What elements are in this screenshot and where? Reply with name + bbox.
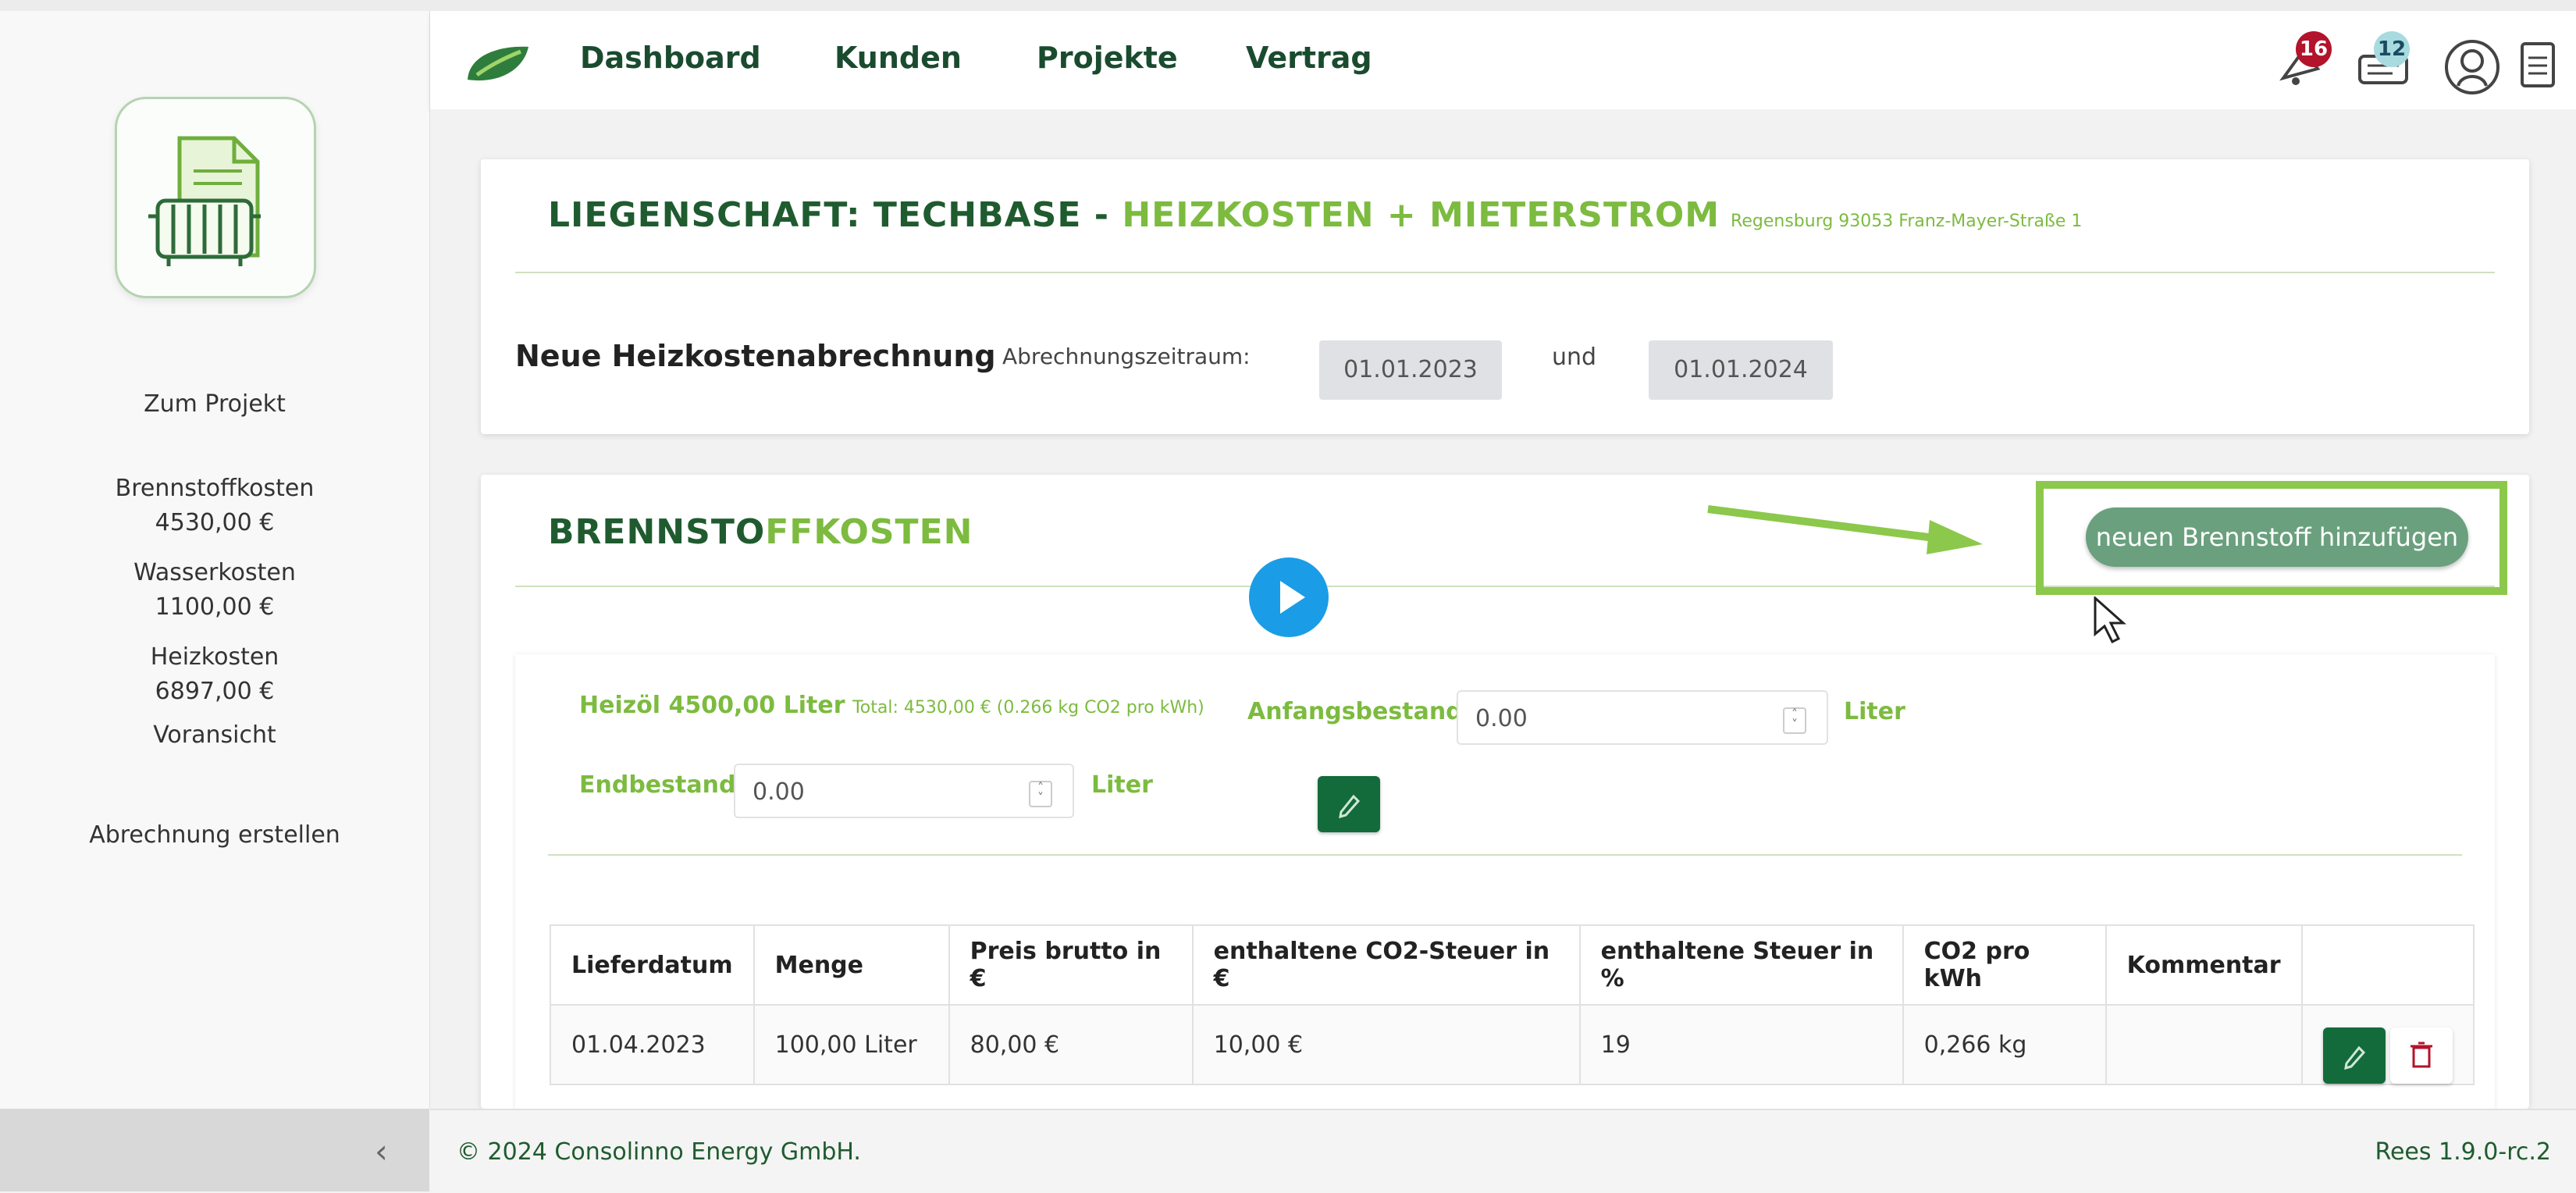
column-header: enthaltene Steuer in %	[1578, 924, 1904, 1006]
stepper-icon[interactable]: ˄ ˅	[1029, 781, 1052, 807]
start-stock-unit: Liter	[1844, 698, 1905, 725]
pencil-icon	[1339, 794, 1361, 819]
nav-link-dashboard[interactable]: Dashboard	[580, 41, 761, 75]
table-cell: 100,00 Liter	[753, 1004, 950, 1085]
sidebar: Zum Projekt Brennstoffkosten 4530,00 € W…	[0, 11, 430, 1109]
trash-icon	[2410, 1042, 2432, 1068]
table-header-row: Lieferdatum Menge Preis brutto in € enth…	[550, 924, 2475, 1006]
delete-row-button[interactable]	[2389, 1027, 2453, 1084]
sidebar-collapse-bar: ‹	[0, 1109, 429, 1191]
nav-link-vertrag[interactable]: Vertrag	[1246, 41, 1372, 75]
table-cell	[2105, 1004, 2303, 1085]
sidebar-item-label: Abrechnung erstellen	[89, 821, 340, 849]
and-label: und	[1552, 344, 1597, 371]
chevron-left-icon[interactable]: ‹	[375, 1132, 388, 1170]
sidebar-item-label: Zum Projekt	[144, 390, 286, 418]
table-cell: 10,00 €	[1191, 1004, 1581, 1085]
sidebar-item-label: Heizkosten	[150, 643, 279, 671]
property-card: LIEGENSCHAFT: TECHBASE - HEIZKOSTEN + MI…	[481, 159, 2529, 434]
add-fuel-button[interactable]: neuen Brennstoff hinzufügen	[2086, 507, 2468, 567]
radiator-document-icon	[115, 97, 316, 298]
bell-icon[interactable]: 16	[2272, 31, 2332, 95]
sidebar-item-brennstoffkosten[interactable]: Brennstoffkosten 4530,00 €	[0, 472, 429, 540]
sidebar-item-wasserkosten[interactable]: Wasserkosten 1100,00 €	[0, 556, 429, 625]
leaf-logo-icon[interactable]	[461, 42, 532, 89]
table-row: 01.04.2023 100,00 Liter 80,00 € 10,00 € …	[550, 1004, 2475, 1085]
column-header: Menge	[753, 924, 950, 1006]
property-title: LIEGENSCHAFT: TECHBASE - HEIZKOSTEN + MI…	[548, 195, 2083, 235]
column-header: Kommentar	[2105, 924, 2303, 1006]
start-stock-label: Anfangsbestand:	[1247, 698, 1472, 725]
footer-version: Rees 1.9.0-rc.2	[2375, 1138, 2551, 1166]
pencil-icon	[2343, 1045, 2365, 1070]
top-navigation: Dashboard Kunden Projekte Vertrag 16 12	[430, 11, 2576, 109]
table-cell: 80,00 €	[948, 1004, 1194, 1085]
end-stock-label: Endbestand:	[579, 771, 745, 799]
start-date-field[interactable]: 01.01.2023	[1319, 340, 1502, 400]
sidebar-item-label: Brennstoffkosten	[115, 475, 315, 502]
sidebar-item-abrechnung-erstellen[interactable]: Abrechnung erstellen	[0, 818, 429, 853]
table-cell: 19	[1578, 1004, 1904, 1085]
sidebar-item-value: 1100,00 €	[155, 593, 275, 621]
footer-copyright: © 2024 Consolinno Energy GmbH.	[457, 1138, 861, 1166]
fuel-summary: Heizöl 4500,00 Liter Total: 4530,00 € (0…	[579, 692, 1204, 719]
divider	[515, 272, 2495, 273]
end-date-field[interactable]: 01.01.2024	[1649, 340, 1833, 400]
user-circle-icon[interactable]	[2443, 37, 2502, 100]
nav-link-kunden[interactable]: Kunden	[834, 41, 962, 75]
sidebar-item-value: 4530,00 €	[155, 509, 275, 536]
end-stock-unit: Liter	[1091, 771, 1153, 799]
chat-icon[interactable]: 12	[2355, 31, 2414, 95]
table-cell: 01.04.2023	[550, 1004, 755, 1085]
sidebar-item-heizkosten[interactable]: Heizkosten 6897,00 €	[0, 640, 429, 709]
stepper-icon[interactable]: ˄ ˅	[1783, 707, 1806, 734]
edit-stock-button[interactable]	[1318, 776, 1380, 832]
start-stock-input[interactable]: 0.00 ˄ ˅	[1457, 690, 1828, 745]
notifications-badge: 16	[2296, 31, 2332, 67]
end-stock-input[interactable]: 0.00 ˄ ˅	[734, 764, 1074, 818]
nav-link-projekte[interactable]: Projekte	[1037, 41, 1178, 75]
fuel-deliveries-table: Lieferdatum Menge Preis brutto in € enth…	[550, 924, 2475, 1085]
arrow-icon	[1706, 500, 1987, 557]
column-header: Lieferdatum	[550, 924, 755, 1006]
period-label: Abrechnungszeitraum:	[1002, 344, 1251, 369]
column-header: Preis brutto in €	[948, 924, 1194, 1006]
messages-badge: 12	[2374, 31, 2410, 67]
edit-row-button[interactable]	[2322, 1027, 2386, 1084]
sidebar-item-zum-projekt[interactable]: Zum Projekt	[0, 387, 429, 422]
column-header: CO2 pro kWh	[1902, 924, 2107, 1006]
play-icon[interactable]	[1249, 557, 1329, 637]
sidebar-item-label: Voransicht	[153, 721, 276, 749]
table-actions-cell	[2300, 1004, 2475, 1085]
footer: © 2024 Consolinno Energy GmbH. Rees 1.9.…	[430, 1109, 2576, 1193]
column-header: enthaltene CO2-Steuer in €	[1191, 924, 1581, 1006]
column-header-actions	[2300, 924, 2475, 1006]
divider	[548, 854, 2462, 856]
billing-heading: Neue Heizkostenabrechnung	[515, 339, 996, 373]
sidebar-item-value: 6897,00 €	[155, 678, 275, 705]
property-address: Regensburg 93053 Franz-Mayer-Straße 1	[1731, 212, 2083, 231]
sidebar-item-label: Wasserkosten	[133, 559, 296, 586]
sidebar-item-voransicht[interactable]: Voransicht	[0, 718, 429, 753]
cursor-icon	[2092, 595, 2128, 646]
fuel-costs-title: BRENNSTOFFKOSTEN	[548, 512, 973, 552]
table-cell: 0,266 kg	[1902, 1004, 2107, 1085]
document-icon[interactable]	[2514, 37, 2561, 95]
